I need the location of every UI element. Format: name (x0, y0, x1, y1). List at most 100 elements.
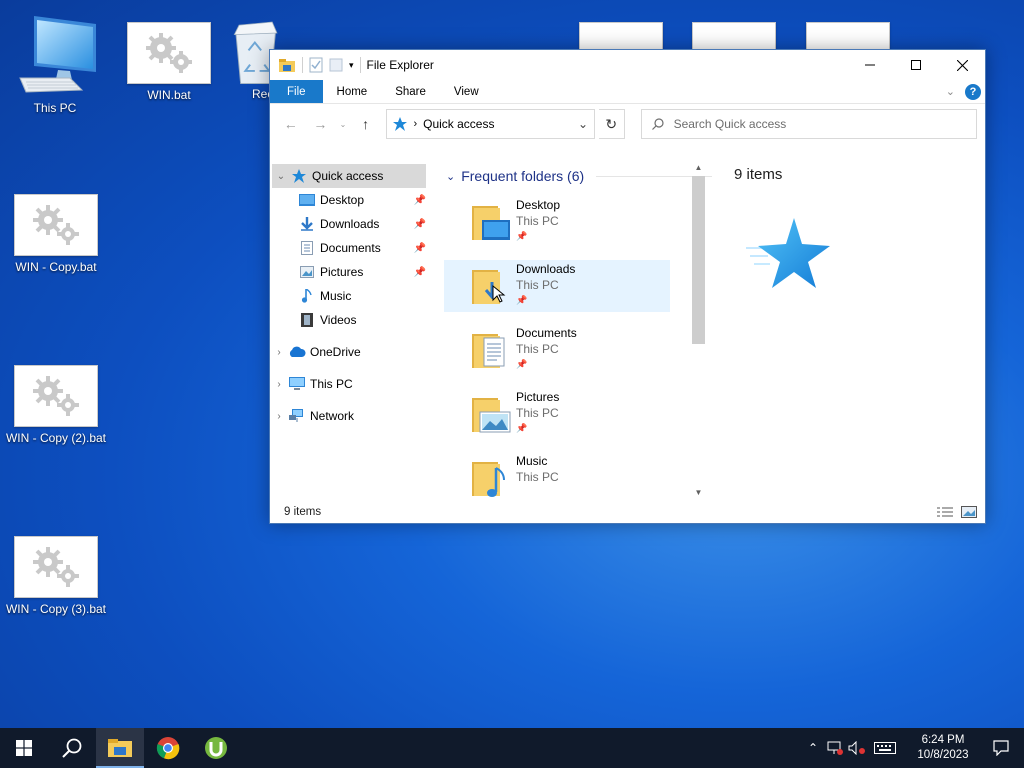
forward-button[interactable]: → (308, 111, 334, 137)
back-button[interactable]: ← (278, 111, 304, 137)
expand-chevron-icon[interactable]: › (270, 379, 288, 390)
start-button[interactable] (0, 728, 48, 768)
windows-logo-icon (16, 740, 32, 756)
taskbar-file-explorer[interactable] (96, 728, 144, 768)
keyboard-icon[interactable] (868, 742, 902, 754)
explorer-folder-icon (279, 59, 295, 72)
window-controls (847, 50, 985, 80)
vertical-scrollbar[interactable]: ▲ ▼ (690, 158, 707, 501)
navigation-pane: ⌄ Quick access Desktop 📌 Downloads 📌 Doc… (270, 158, 430, 501)
refresh-button[interactable]: ↻ (599, 109, 625, 139)
collapse-chevron-icon[interactable]: ⌄ (446, 170, 455, 183)
pictures-icon (300, 266, 314, 278)
nav-item-network[interactable]: › Network (270, 404, 430, 428)
pin-icon: 📌 (413, 242, 426, 254)
title-bar[interactable]: ▾ File Explorer (270, 50, 985, 80)
properties-icon[interactable] (309, 57, 323, 73)
maximize-button[interactable] (893, 50, 939, 80)
system-tray: ⌃ 6:24 PM 10/8/2023 (802, 728, 1024, 768)
details-view-icon[interactable] (937, 506, 953, 518)
volume-muted-icon[interactable] (846, 741, 868, 755)
nav-item-music[interactable]: Music (270, 284, 430, 308)
computer-icon (19, 16, 96, 93)
search-box[interactable] (640, 109, 977, 139)
main-pane: ⌄ Frequent folders (6) Desktop This PC 📌 (440, 158, 716, 501)
expand-ribbon-chevron-icon[interactable]: ⌄ (946, 85, 955, 98)
gears-icon (146, 33, 192, 73)
folder-name: Desktop (516, 198, 561, 212)
group-header-frequent-folders[interactable]: ⌄ Frequent folders (6) (440, 164, 716, 188)
folder-location: This PC (516, 278, 559, 292)
nav-item-onedrive[interactable]: › OneDrive (270, 340, 430, 364)
batch-file-thumbnail (14, 194, 98, 256)
chrome-icon (156, 737, 180, 760)
scroll-down-arrow-icon[interactable]: ▼ (690, 483, 707, 501)
nav-item-documents[interactable]: Documents 📌 (270, 236, 430, 260)
toolbar-separator (359, 57, 361, 73)
taskbar-utorrent[interactable] (192, 728, 240, 768)
chevron-down-icon: ⌄ (339, 119, 347, 129)
utorrent-icon (205, 737, 227, 759)
music-note-icon (301, 289, 312, 303)
large-icons-view-icon[interactable] (961, 506, 977, 518)
clock[interactable]: 6:24 PM 10/8/2023 (908, 733, 978, 763)
help-icon[interactable]: ? (965, 83, 981, 100)
toolbar-separator (302, 57, 303, 73)
desktop-icon-win-copy-bat[interactable]: WIN - Copy.bat (3, 194, 109, 274)
desktop-icon-win-copy-3-bat[interactable]: WIN - Copy (3).bat (3, 536, 109, 616)
pin-icon: 📌 (413, 194, 426, 206)
network-status-icon[interactable] (824, 741, 846, 755)
content-area: ⌄ Quick access Desktop 📌 Downloads 📌 Doc… (270, 158, 985, 501)
desktop-icon-this-pc[interactable]: This PC (2, 14, 108, 115)
search-icon (651, 118, 664, 130)
nav-item-desktop[interactable]: Desktop 📌 (270, 188, 430, 212)
tab-share[interactable]: Share (381, 80, 440, 103)
breadcrumb-chevron-icon[interactable]: › (413, 118, 417, 130)
expand-chevron-icon[interactable]: › (270, 347, 288, 358)
close-icon (956, 59, 968, 71)
collapse-chevron-icon[interactable]: ⌄ (272, 171, 290, 182)
desktop-icon-win-bat[interactable]: WIN.bat (116, 22, 222, 102)
search-button[interactable] (48, 728, 96, 768)
nav-item-label: Videos (320, 313, 357, 327)
folder-tile-documents[interactable]: Documents This PC 📌 (444, 324, 670, 376)
status-bar: 9 items (270, 501, 985, 523)
minimize-button[interactable] (847, 50, 893, 80)
action-center-button[interactable] (978, 740, 1024, 756)
nav-item-label: Music (320, 289, 352, 303)
tab-view[interactable]: View (440, 80, 493, 103)
nav-item-label: Quick access (312, 169, 384, 183)
recent-locations-button[interactable]: ⌄ (337, 111, 349, 137)
scrollbar-thumb[interactable] (692, 176, 705, 344)
pin-icon: 📌 (516, 423, 528, 433)
customize-toolbar-chevron-icon[interactable]: ▾ (349, 60, 354, 71)
desktop-icon-win-copy-2-bat[interactable]: WIN - Copy (2).bat (3, 365, 109, 445)
folder-tile-downloads[interactable]: Downloads This PC 📌 (444, 260, 670, 312)
close-button[interactable] (939, 50, 985, 80)
nav-item-videos[interactable]: Videos (270, 308, 430, 332)
nav-item-pictures[interactable]: Pictures 📌 (270, 260, 430, 284)
nav-item-downloads[interactable]: Downloads 📌 (270, 212, 430, 236)
file-explorer-window[interactable]: ▾ File Explorer File Home Share View ⌄ ?… (269, 49, 986, 524)
folder-tile-music[interactable]: Music This PC (444, 452, 670, 504)
nav-item-quick-access[interactable]: ⌄ Quick access (272, 164, 426, 188)
tab-file[interactable]: File (270, 80, 323, 103)
show-hidden-icons-chevron-icon[interactable]: ⌃ (802, 741, 824, 755)
address-bar[interactable]: › Quick access ⌄ (386, 109, 595, 139)
batch-file-thumbnail (14, 365, 98, 427)
taskbar-chrome[interactable] (144, 728, 192, 768)
search-input[interactable] (673, 117, 966, 131)
expand-chevron-icon[interactable]: › (270, 411, 288, 422)
tab-home[interactable]: Home (323, 80, 382, 103)
pictures-folder-icon (472, 398, 511, 433)
folder-tile-pictures[interactable]: Pictures This PC 📌 (444, 388, 670, 440)
item-count: 9 items (734, 166, 783, 183)
scroll-up-arrow-icon[interactable]: ▲ (690, 158, 707, 176)
nav-item-this-pc[interactable]: › This PC (270, 372, 430, 396)
desktop-folder-icon (472, 206, 510, 240)
new-folder-icon[interactable] (329, 57, 343, 73)
window-title: File Explorer (366, 58, 434, 72)
folder-tile-desktop[interactable]: Desktop This PC 📌 (444, 196, 670, 248)
address-dropdown-icon[interactable]: ⌄ (578, 117, 588, 131)
up-button[interactable]: ↑ (353, 111, 379, 137)
